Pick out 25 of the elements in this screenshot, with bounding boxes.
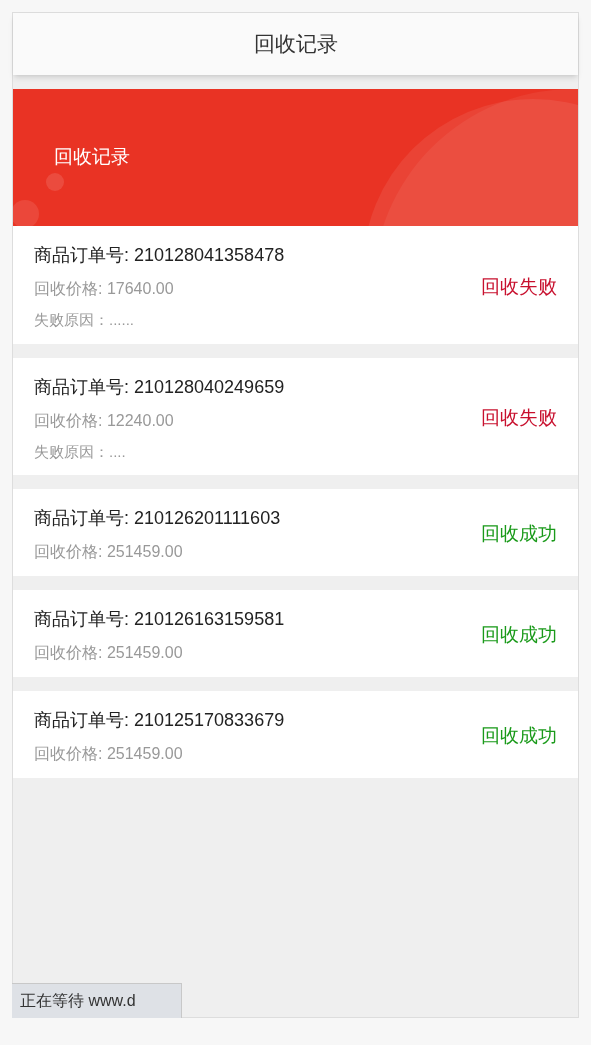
recycle-price: 回收价格: 251459.00 xyxy=(34,542,184,562)
record-card[interactable]: 商品订单号: 210126163159581 回收价格: 251459.00 回收成功 xyxy=(13,590,578,677)
status-text: 正在等待 www.d xyxy=(20,991,136,1011)
record-card[interactable]: 商品订单号: 210126201111603 回收价格: 251459.00 回收成功 xyxy=(13,489,578,576)
status-label: 回收成功 xyxy=(481,623,557,648)
recycle-price: 回收价格: 251459.00 xyxy=(34,643,184,663)
record-card[interactable]: 商品订单号: 210128040249659 回收价格: 12240.00 失败原因：.... 回收失败 xyxy=(13,357,578,475)
order-number: 商品订单号: 210128040249659 xyxy=(34,375,285,399)
order-number: 商品订单号: 210126163159581 xyxy=(34,608,285,631)
recycle-price: 回收价格: 17640.00 xyxy=(34,279,175,299)
recycle-price: 回收价格: 12240.00 xyxy=(34,410,175,431)
order-number: 商品订单号: 210128041358478 xyxy=(34,244,285,267)
status-label: 回收失败 xyxy=(481,406,557,430)
banner-title: 回收记录 xyxy=(54,145,130,170)
failure-reason: 失败原因：...... xyxy=(34,310,135,330)
status-label: 回收失败 xyxy=(481,274,557,299)
bubbles-drawing xyxy=(13,173,64,226)
status-label: 回收成功 xyxy=(481,724,557,749)
page-title: 回收记录 xyxy=(253,31,338,58)
failure-reason: 失败原因：.... xyxy=(34,441,127,462)
recycle-price: 回收价格: 251459.00 xyxy=(34,744,184,764)
order-number: 商品订单号: 210126201111603 xyxy=(34,507,281,530)
status-label: 回收成功 xyxy=(481,522,557,547)
order-number: 商品订单号: 210125170833679 xyxy=(34,709,285,732)
record-card[interactable]: 商品订单号: 210125170833679 回收价格: 251459.00 回收成功 xyxy=(13,691,578,778)
